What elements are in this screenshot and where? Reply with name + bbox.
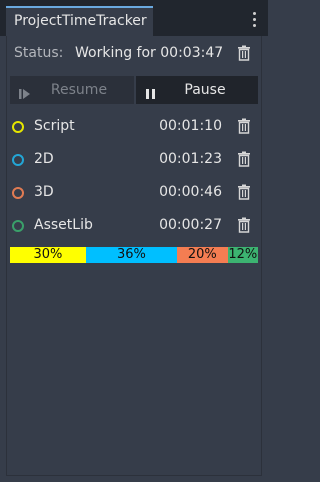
distribution-segment: 36%	[85, 247, 178, 263]
category-color-icon	[12, 154, 24, 166]
category-name: Script	[34, 118, 75, 134]
category-color-icon	[12, 121, 24, 133]
reset-category-trash-icon[interactable]	[236, 151, 252, 167]
resume-label: Resume	[50, 82, 108, 98]
category-name: 3D	[34, 184, 54, 200]
category-time: 00:00:27	[159, 217, 222, 233]
status-row: Status: Working for 00:03:47	[14, 42, 254, 64]
reset-category-trash-icon[interactable]	[236, 118, 252, 134]
reset-category-trash-icon[interactable]	[236, 217, 252, 233]
category-color-icon	[12, 187, 24, 199]
category-row: Script 00:01:10	[10, 115, 254, 137]
pause-label: Pause	[184, 82, 226, 98]
tab-project-time-tracker[interactable]: ProjectTimeTracker	[6, 6, 153, 36]
category-row: 3D 00:00:46	[10, 181, 254, 203]
category-time: 00:00:46	[159, 184, 222, 200]
distribution-segment: 12%	[227, 247, 259, 263]
category-row: 2D 00:01:23	[10, 148, 254, 170]
more-options-icon[interactable]	[248, 8, 260, 30]
distribution-segment: 30%	[10, 247, 86, 263]
category-row: AssetLib 00:00:27	[10, 214, 254, 236]
pause-button[interactable]: Pause	[136, 76, 258, 104]
status-label: Status:	[14, 45, 64, 61]
time-distribution-bar: 30% 36% 20% 12%	[10, 247, 259, 263]
reset-all-trash-icon[interactable]	[236, 45, 252, 61]
status-value: Working for 00:03:47	[75, 45, 224, 61]
category-time: 00:01:23	[159, 151, 222, 167]
reset-category-trash-icon[interactable]	[236, 184, 252, 200]
resume-button[interactable]: Resume	[10, 76, 134, 104]
category-name: AssetLib	[34, 217, 93, 233]
category-time: 00:01:10	[159, 118, 222, 134]
distribution-segment: 20%	[177, 247, 228, 263]
category-name: 2D	[34, 151, 54, 167]
category-color-icon	[12, 220, 24, 232]
